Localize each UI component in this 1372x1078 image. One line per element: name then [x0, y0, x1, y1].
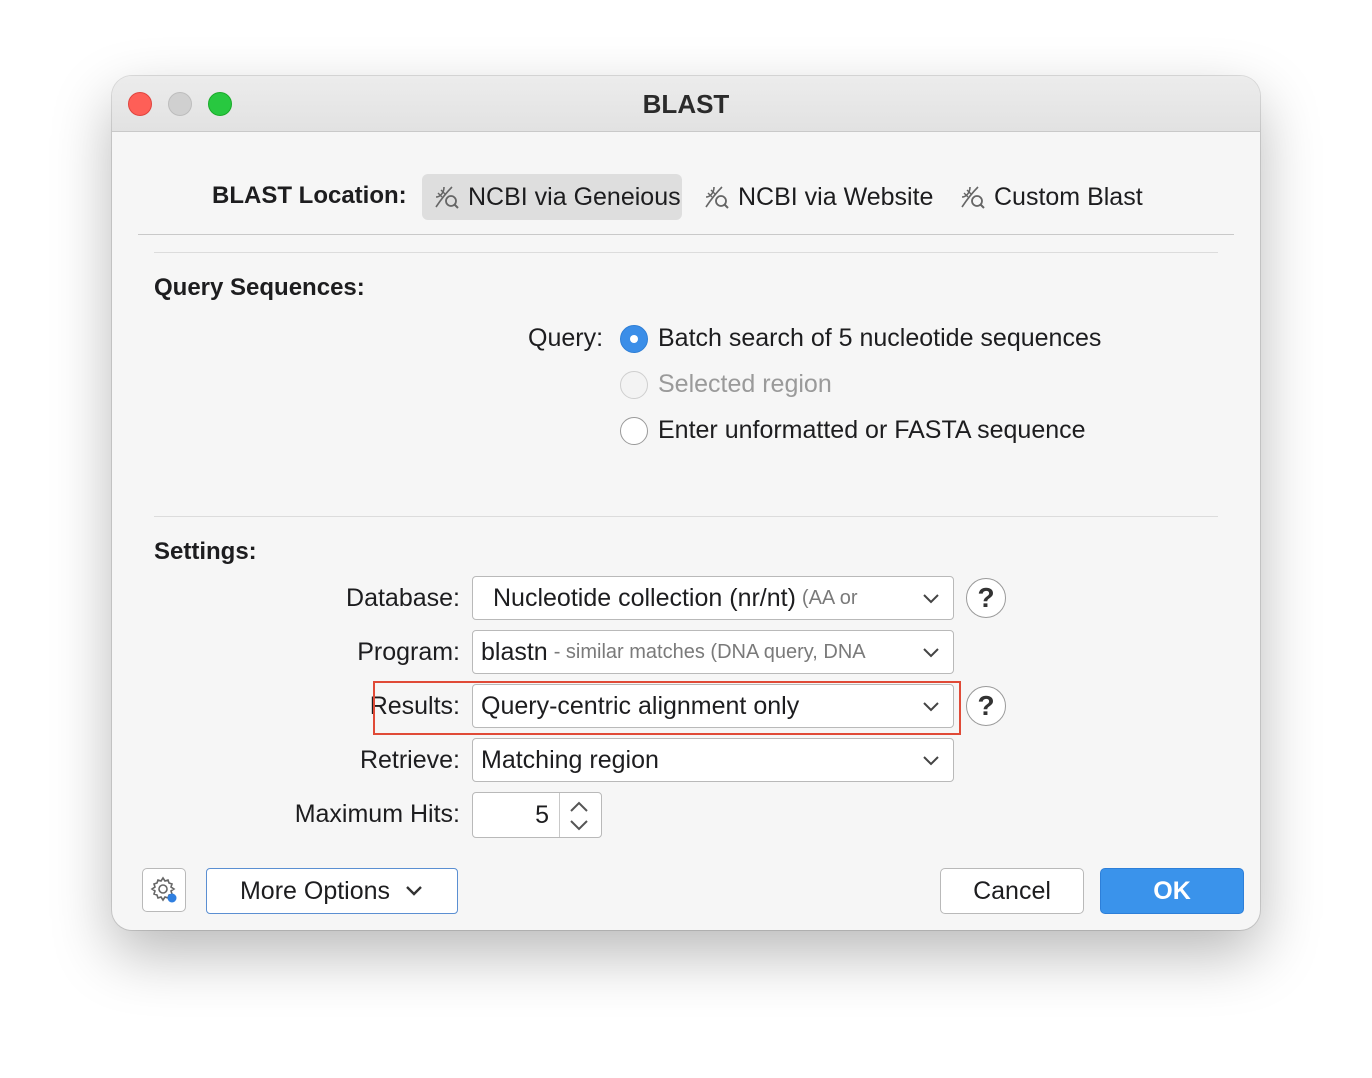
more-options-button[interactable]: More Options: [206, 868, 458, 914]
radio-button[interactable]: [620, 416, 648, 445]
program-value: blastn: [481, 637, 548, 666]
location-custom-blast-button[interactable]: Custom Blast: [958, 174, 1143, 220]
window-title: BLAST: [642, 89, 730, 119]
radio-label: Selected region: [658, 370, 832, 398]
max-hits-stepper[interactable]: 5: [472, 792, 602, 838]
more-options-label: More Options: [239, 876, 391, 905]
blast-location-label: BLAST Location:: [212, 182, 407, 209]
radio-batch-search[interactable]: Batch search of 5 nucleotide sequences: [620, 324, 1101, 353]
blast-location-row: BLAST Location: NCBI via Geneious NCBI v…: [112, 174, 1260, 220]
program-label: Program:: [357, 638, 460, 666]
retrieve-select[interactable]: Matching region: [472, 738, 954, 782]
gear-icon: [150, 876, 177, 903]
query-sequences-heading: Query Sequences:: [154, 274, 365, 301]
database-help-button[interactable]: ?: [966, 578, 1006, 618]
database-label: Database:: [346, 584, 460, 612]
database-select[interactable]: Nucleotide collection (nr/nt) (AA or: [472, 576, 954, 620]
divider: [138, 234, 1234, 235]
results-help-button[interactable]: ?: [966, 686, 1006, 726]
preferences-button[interactable]: [142, 868, 186, 912]
location-option-label: Custom Blast: [994, 182, 1143, 211]
retrieve-value: Matching region: [481, 745, 659, 774]
ok-button[interactable]: OK: [1100, 868, 1244, 914]
divider: [154, 516, 1218, 517]
location-option-label: NCBI via Website: [738, 182, 934, 211]
results-highlight-box: [373, 681, 961, 735]
radio-button-checked[interactable]: [620, 324, 648, 353]
database-value: Nucleotide collection (nr/nt): [493, 583, 796, 612]
radio-selected-region: Selected region: [620, 370, 832, 399]
location-option-label: NCBI via Geneious: [468, 182, 681, 211]
cancel-button[interactable]: Cancel: [940, 868, 1084, 914]
stepper-arrows-icon[interactable]: [567, 799, 591, 833]
radio-label: Batch search of 5 nucleotide sequences: [658, 324, 1102, 352]
blast-dialog: BLAST BLAST Location: NCBI via Geneious: [112, 76, 1260, 930]
location-ncbi-website-button[interactable]: NCBI via Website: [702, 174, 933, 220]
dna-search-icon: [705, 186, 729, 209]
settings-heading: Settings:: [154, 538, 257, 565]
radio-enter-sequence[interactable]: Enter unformatted or FASTA sequence: [620, 416, 1086, 445]
location-ncbi-geneious-button[interactable]: NCBI via Geneious: [422, 174, 682, 220]
title-bar[interactable]: BLAST: [112, 76, 1260, 132]
chevron-down-icon: [923, 756, 939, 766]
max-hits-value[interactable]: 5: [535, 801, 549, 830]
program-hint: - similar matches (DNA query, DNA: [553, 640, 866, 663]
database-hint: (AA or: [801, 586, 858, 609]
program-select[interactable]: blastn - similar matches (DNA query, DNA: [472, 630, 954, 674]
chevron-down-icon: [923, 648, 939, 658]
chevron-down-icon: [923, 594, 939, 604]
retrieve-label: Retrieve:: [359, 746, 460, 774]
query-label: Query:: [528, 324, 604, 352]
dna-search-icon: [435, 186, 459, 209]
divider: [154, 252, 1218, 253]
radio-label: Enter unformatted or FASTA sequence: [658, 416, 1086, 444]
max-hits-label: Maximum Hits:: [294, 800, 460, 828]
radio-button-disabled: [620, 370, 648, 399]
dna-search-icon: [961, 186, 985, 209]
chevron-down-icon: [406, 886, 422, 896]
stepper-divider: [559, 793, 560, 837]
